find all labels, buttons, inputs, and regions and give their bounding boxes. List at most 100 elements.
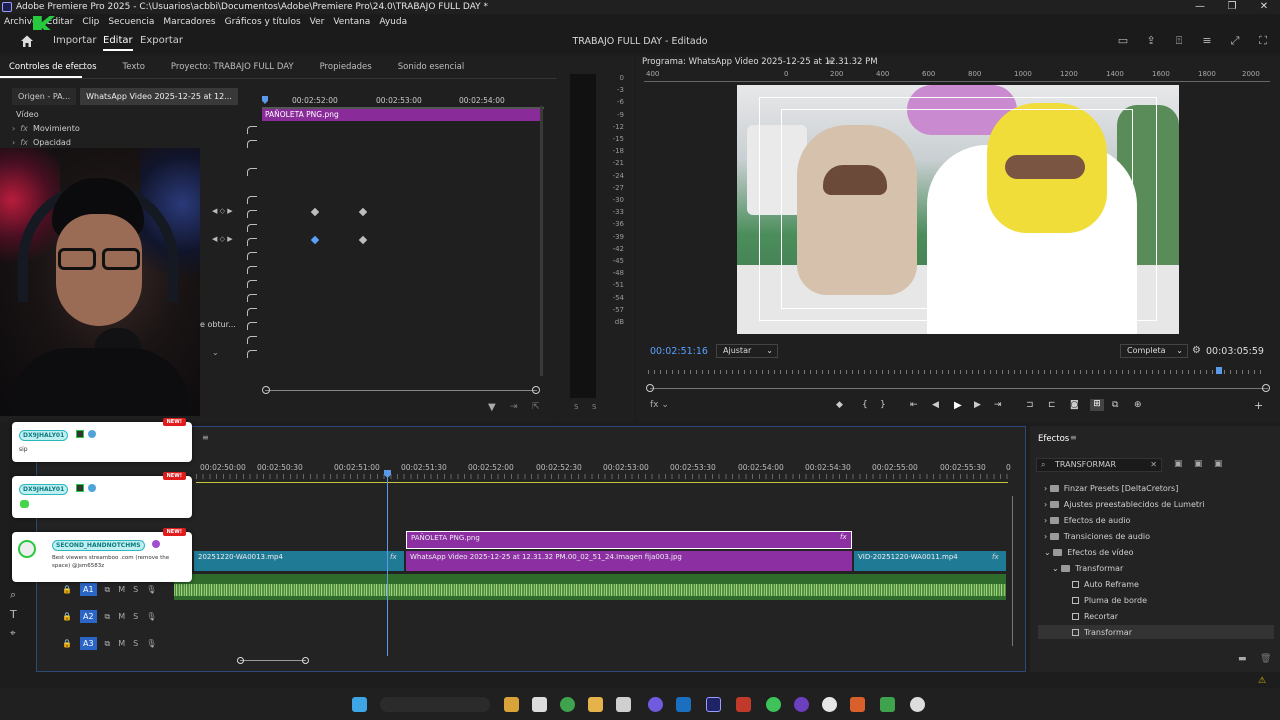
trash-icon[interactable]: 🗑 [1260, 654, 1271, 664]
tree-audio-transitions[interactable]: › Transiciones de audio [1044, 532, 1150, 541]
premiere-taskbar-icon[interactable] [706, 697, 721, 712]
program-video-frame[interactable] [737, 85, 1179, 334]
reset-icon[interactable] [247, 322, 257, 330]
accelerated-icon[interactable]: ▣ [1174, 459, 1183, 469]
taskbar-app-icon[interactable] [822, 697, 837, 712]
workspaces-icon[interactable]: ≡ [1200, 34, 1214, 48]
solo-button[interactable]: S [133, 612, 138, 621]
reset-icon[interactable] [247, 294, 257, 302]
clip-video-right[interactable]: VID-20251220-WA0011.mp4 [854, 551, 1006, 571]
program-current-time[interactable]: 00:02:51:16 [650, 346, 708, 357]
effect-recortar[interactable]: Recortar [1072, 612, 1118, 621]
program-playhead-icon[interactable] [1216, 367, 1222, 374]
sync-icon[interactable]: ⧉ [105, 612, 111, 622]
wrench-icon[interactable]: ⚙ [1192, 345, 1201, 356]
keyframe-icon[interactable] [310, 207, 320, 217]
filter-icon[interactable]: ▼ [488, 402, 496, 413]
scroll-handle-right[interactable] [1262, 384, 1270, 392]
taskbar-app-icon[interactable] [794, 697, 809, 712]
chrome-icon[interactable] [560, 697, 575, 712]
tab-importar[interactable]: Importar [53, 35, 96, 46]
menu-clip[interactable]: Clip [82, 17, 99, 27]
zoom-handle-right[interactable] [302, 657, 309, 664]
audio-clip-a1[interactable] [174, 574, 1006, 600]
windows-start-icon[interactable] [352, 697, 367, 712]
taskbar-app-icon[interactable] [504, 697, 519, 712]
tab-exportar[interactable]: Exportar [140, 35, 183, 46]
timeline-zoom-bar[interactable] [240, 660, 306, 661]
menu-ayuda[interactable]: Ayuda [379, 17, 407, 27]
yuv-icon[interactable]: ▣ [1214, 459, 1223, 469]
menu-archivo[interactable]: Archivo [4, 17, 38, 27]
reset-icon[interactable] [247, 266, 257, 274]
mark-out-icon[interactable]: } [880, 400, 886, 410]
tab-editar[interactable]: Editar [103, 35, 133, 51]
keyframe-nav[interactable]: ◀ ◇ ▶ [212, 207, 233, 215]
reset-icon[interactable] [247, 140, 257, 148]
scroll-handle-left[interactable] [646, 384, 654, 392]
tree-lumetri-presets[interactable]: › Ajustes preestablecidos de Lumetri [1044, 500, 1205, 509]
zoom-tool-icon[interactable]: ⌕ [10, 588, 16, 602]
tab-sonido-esencial[interactable]: Sonido esencial [398, 62, 465, 72]
reset-icon[interactable] [247, 308, 257, 316]
reset-icon[interactable] [247, 280, 257, 288]
mute-button[interactable]: M [118, 639, 125, 648]
clip-still-image[interactable]: WhatsApp Video 2025-12-25 at 12.31.32 PM… [406, 551, 852, 571]
fit-dropdown[interactable]: Ajustar ⌄ [716, 344, 778, 358]
mute-button[interactable]: M [118, 612, 125, 621]
mic-icon[interactable]: 🎙 [146, 639, 156, 648]
taskbar-app-icon[interactable] [648, 697, 663, 712]
taskbar-app-icon[interactable] [616, 697, 631, 712]
keyframe-icon[interactable] [310, 235, 320, 245]
clip-panoleta-png[interactable]: PAÑOLETA PNG.png [406, 531, 852, 549]
panel-menu-icon[interactable]: ≡ [1070, 433, 1077, 442]
taskbar-app-icon[interactable] [850, 697, 865, 712]
layout-icon[interactable]: ▭ [1116, 34, 1130, 48]
step-back-icon[interactable]: ◀ [932, 400, 939, 410]
taskbar-app-icon[interactable] [880, 697, 895, 712]
comparison-icon[interactable]: ⊞ [1090, 399, 1104, 411]
track-a1-label[interactable]: A1 [79, 583, 97, 596]
solo-button[interactable]: S [133, 585, 138, 594]
effect-transformar[interactable]: Transformar [1072, 628, 1132, 637]
keyframe-icon[interactable] [358, 235, 368, 245]
minimize-button[interactable]: — [1184, 0, 1216, 14]
timeline-vscroll[interactable] [1012, 496, 1013, 646]
menu-secuencia[interactable]: Secuencia [108, 17, 154, 27]
32bit-icon[interactable]: ▣ [1194, 459, 1203, 469]
explorer-icon[interactable] [588, 697, 603, 712]
taskbar-app-icon[interactable] [676, 697, 691, 712]
tab-propiedades[interactable]: Propiedades [320, 62, 372, 72]
solo-button[interactable]: S [133, 639, 138, 648]
go-to-in-icon[interactable]: ⇤ [910, 400, 918, 410]
reset-icon[interactable] [247, 238, 257, 246]
panel-menu-icon[interactable]: ≡ [827, 57, 834, 66]
sync-icon[interactable]: ⧉ [105, 585, 111, 595]
panel-menu-icon[interactable] [79, 64, 86, 69]
clip-video-left[interactable]: 20251220-WA0013.mp4 [194, 551, 404, 571]
program-time-ruler[interactable] [648, 370, 1266, 374]
source-origin-tab[interactable]: Origen - PA... [12, 88, 77, 105]
go-to-out-icon[interactable]: ⇥ [994, 400, 1002, 410]
mic-icon[interactable]: 🎙 [146, 612, 156, 621]
mini-clip-bar[interactable]: PAÑOLETA PNG.png [262, 109, 542, 121]
mute-button[interactable]: M [118, 585, 125, 594]
vr-icon[interactable]: ⊕ [1134, 400, 1142, 410]
keyframe-icon[interactable] [358, 207, 368, 217]
menu-ver[interactable]: Ver [310, 17, 325, 27]
timeline-ruler[interactable]: 00:02:50:00 00:02:50:30 00:02:51:00 00:0… [196, 460, 1011, 484]
reset-icon[interactable] [247, 126, 257, 134]
export-frame-icon[interactable]: ⇱ [532, 402, 540, 412]
tree-transformar-folder[interactable]: ⌄ Transformar [1052, 564, 1123, 573]
tab-texto[interactable]: Texto [123, 62, 145, 72]
reset-icon[interactable] [247, 210, 257, 218]
fx-toggle-icon[interactable]: fx ⌄ [650, 400, 669, 410]
lift-icon[interactable]: ⊐ [1026, 400, 1034, 410]
lock-icon[interactable]: 🔒 [62, 585, 72, 594]
add-button-icon[interactable]: + [1254, 399, 1263, 412]
marker-icon[interactable]: ◆ [836, 400, 843, 410]
maximize-button[interactable]: ❐ [1216, 0, 1248, 14]
mark-in-icon[interactable]: { [862, 400, 868, 410]
menu-ventana[interactable]: Ventana [333, 17, 370, 27]
new-bin-icon[interactable]: ▬ [1238, 654, 1247, 664]
